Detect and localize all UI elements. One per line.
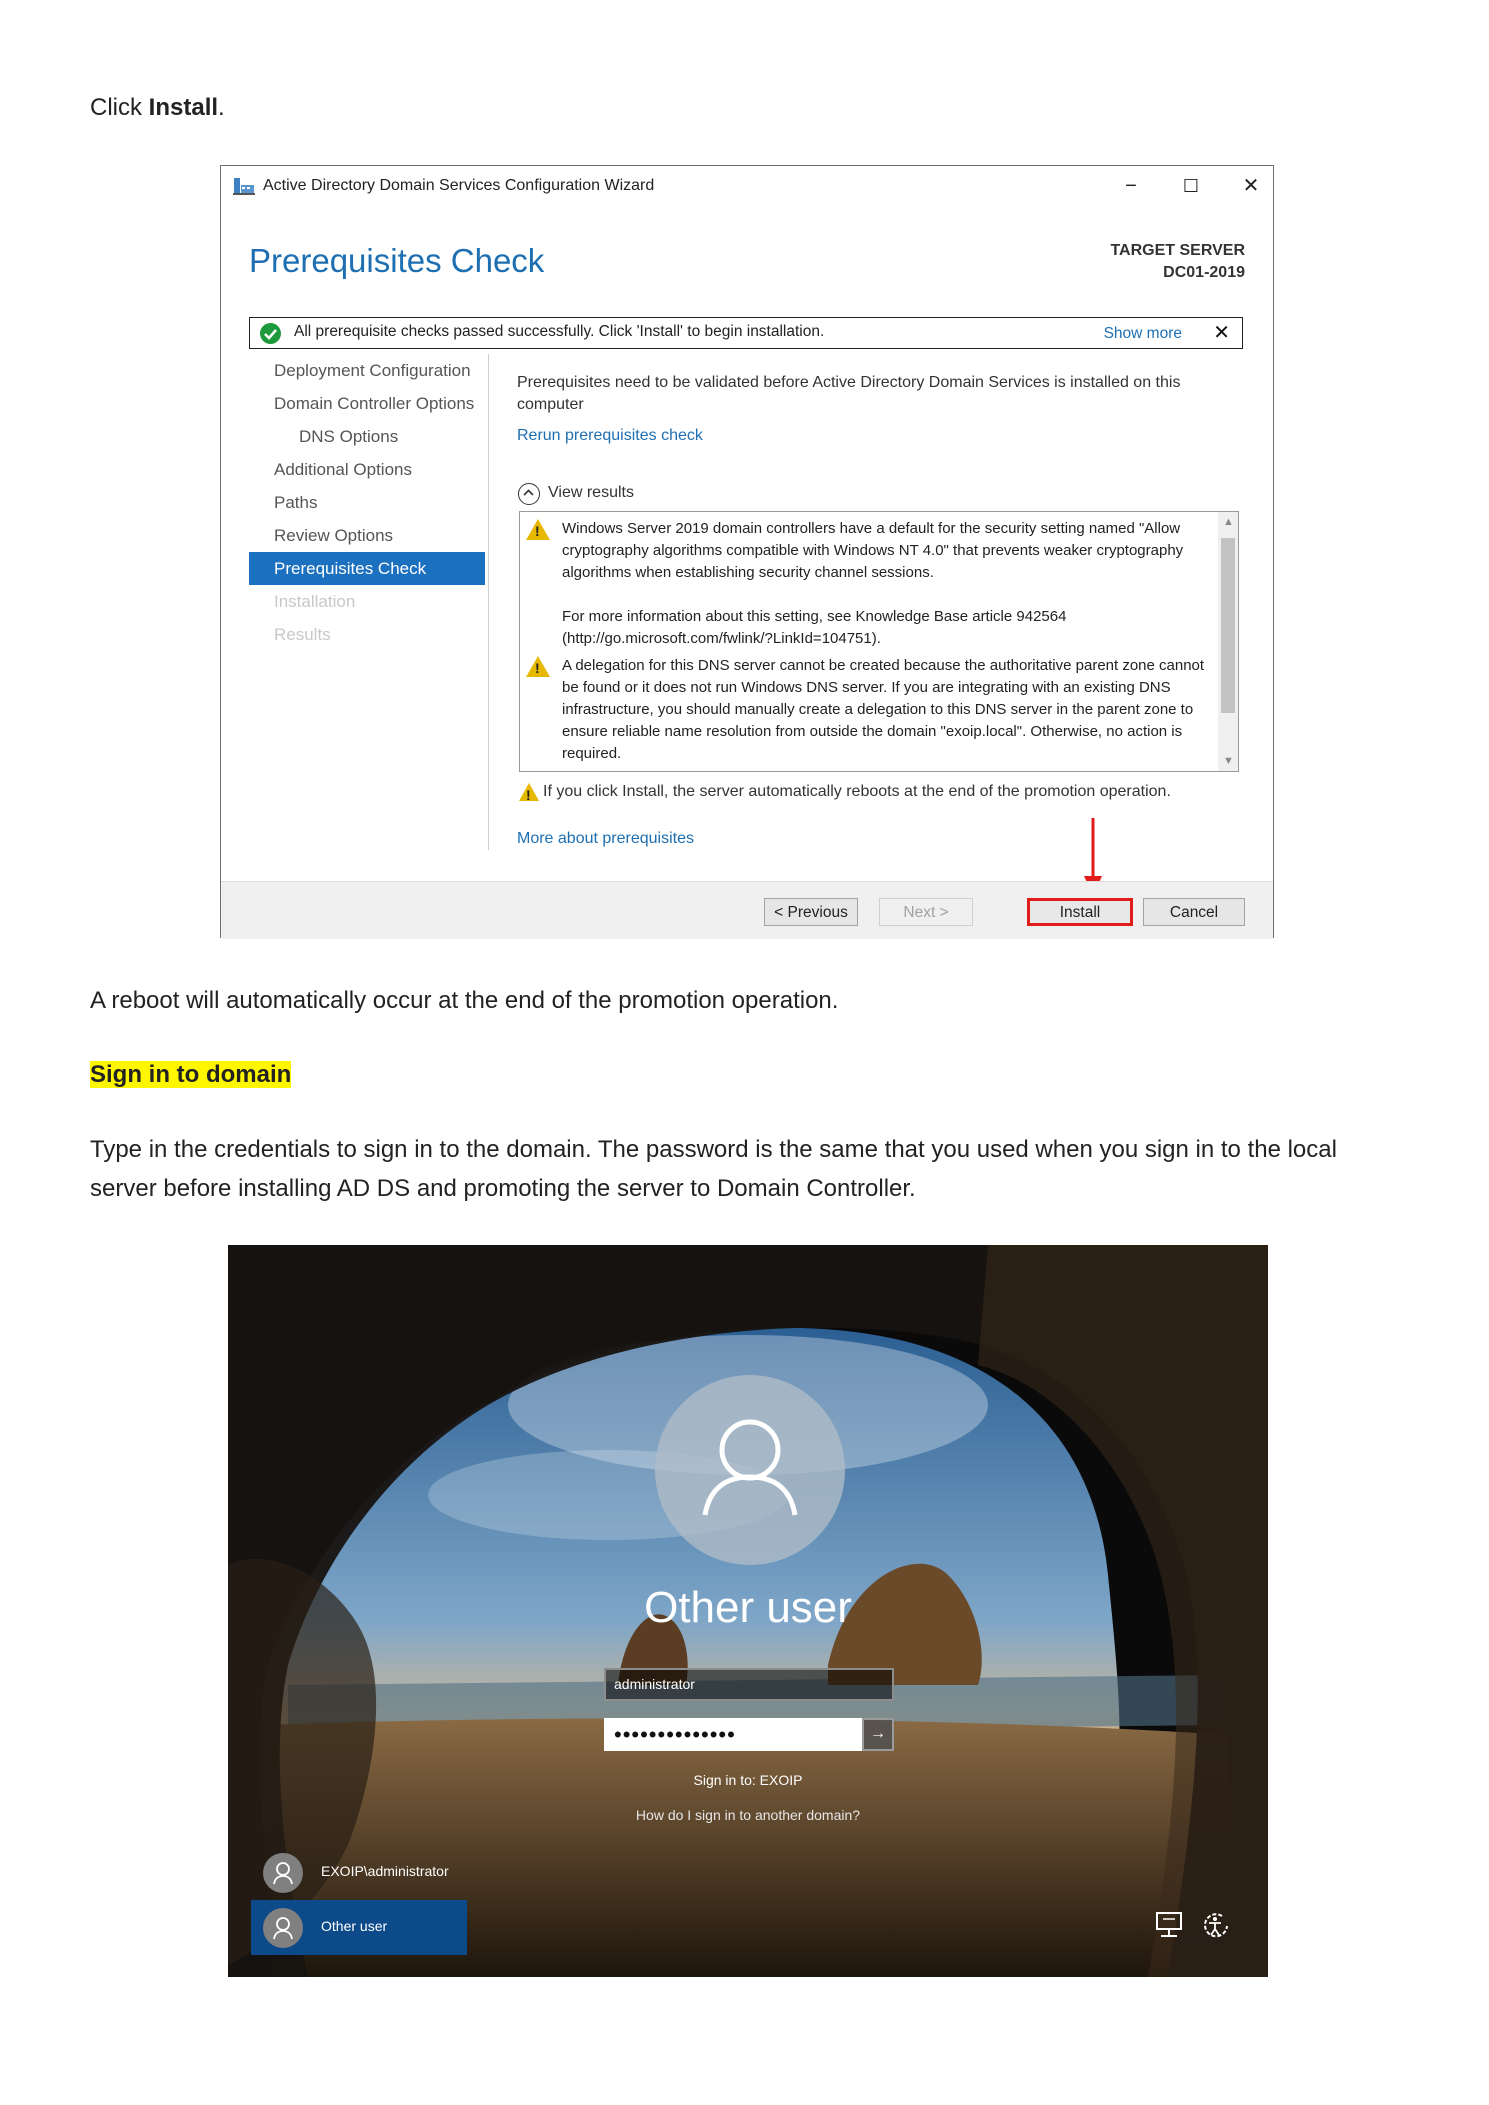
view-results-label: View results: [548, 484, 634, 501]
sign-in-domain-label: Sign in to: EXOIP: [693, 1772, 803, 1788]
result-text: Windows Server 2019 domain controllers h…: [562, 520, 1184, 581]
account-avatar-icon: [263, 1853, 303, 1893]
sign-in-user-title: Other user: [644, 1583, 852, 1632]
wizard-footer: < Previous Next > Install Cancel: [221, 881, 1273, 939]
nav-item-results: Results: [274, 625, 331, 644]
reboot-warning-text: If you click Install, the server automat…: [543, 783, 1171, 800]
install-button[interactable]: Install: [1027, 898, 1133, 926]
intro-prefix: Click: [90, 94, 149, 121]
nav-item-deployment-configuration[interactable]: Deployment Configuration: [249, 354, 485, 387]
prerequisites-description: Prerequisites need to be validated befor…: [517, 374, 1181, 413]
results-list: Windows Server 2019 domain controllers h…: [519, 511, 1239, 772]
ease-of-access-icon[interactable]: [1200, 1910, 1232, 1940]
account-name: Other user: [321, 1918, 388, 1934]
scroll-down-icon[interactable]: ▼: [1223, 755, 1234, 767]
results-scrollbar[interactable]: ▲ ▼: [1218, 512, 1238, 771]
warning-icon: [526, 519, 550, 540]
account-tile-exoip-administrator[interactable]: EXOIP\administrator: [251, 1845, 467, 1900]
instructions-paragraph: Type in the credentials to sign in to th…: [90, 1136, 1337, 1202]
nav-item-review-options[interactable]: Review Options: [249, 519, 485, 552]
status-banner: All prerequisite checks passed successfu…: [249, 317, 1243, 349]
account-tile-other-user[interactable]: Other user: [251, 1900, 467, 1955]
intro-bold: Install: [148, 94, 219, 121]
show-more-link[interactable]: Show more: [1104, 325, 1182, 343]
result-text: A delegation for this DNS server cannot …: [562, 657, 1205, 762]
result-text: For more information about this setting,…: [562, 608, 1067, 647]
rerun-prerequisites-link[interactable]: Rerun prerequisites check: [517, 427, 703, 445]
success-check-icon: [260, 323, 281, 344]
nav-item-dns-options[interactable]: DNS Options: [249, 420, 485, 453]
chevron-up-icon: [518, 483, 540, 505]
server-manager-app-icon: [233, 178, 255, 195]
nav-item-paths[interactable]: Paths: [249, 486, 485, 519]
reboot-note: A reboot will automatically occur at the…: [90, 987, 839, 1014]
close-button[interactable]: ✕: [1229, 170, 1273, 202]
nav-divider: [488, 354, 489, 850]
banner-close-icon[interactable]: ✕: [1213, 320, 1230, 345]
user-avatar: [655, 1375, 845, 1565]
page-title: Prerequisites Check: [249, 242, 545, 279]
target-server-label: TARGET SERVER: [1110, 242, 1245, 259]
target-server-name: DC01-2019: [1163, 264, 1245, 281]
window-titlebar: Active Directory Domain Services Configu…: [221, 166, 1273, 208]
more-about-prerequisites-link[interactable]: More about prerequisites: [517, 830, 694, 848]
scrollbar-thumb[interactable]: [1221, 538, 1235, 713]
nav-item-installation: Installation: [274, 592, 356, 611]
ad-ds-wizard-window: Active Directory Domain Services Configu…: [220, 165, 1274, 939]
window-title: Active Directory Domain Services Configu…: [263, 177, 655, 194]
warning-icon: [526, 656, 550, 677]
minimize-button[interactable]: −: [1109, 170, 1153, 202]
next-button: Next >: [879, 898, 973, 926]
other-domain-help-link[interactable]: How do I sign in to another domain?: [228, 1807, 1268, 1823]
warning-icon: [519, 783, 539, 803]
nav-item-domain-controller-options[interactable]: Domain Controller Options: [249, 387, 485, 420]
cancel-button[interactable]: Cancel: [1143, 898, 1245, 926]
section-heading-text: Sign in to domain: [90, 1061, 292, 1088]
nav-item-additional-options[interactable]: Additional Options: [249, 453, 485, 486]
password-field[interactable]: ••••••••••••••: [604, 1718, 862, 1751]
section-heading: Sign in to domain: [90, 1055, 292, 1094]
network-icon[interactable]: [1153, 1910, 1185, 1940]
nav-item-prerequisites-check[interactable]: Prerequisites Check: [249, 552, 485, 585]
account-name: EXOIP\administrator: [321, 1863, 449, 1879]
account-avatar-icon: [263, 1908, 303, 1948]
previous-button[interactable]: < Previous: [764, 898, 858, 926]
maximize-button[interactable]: ☐: [1169, 170, 1213, 202]
status-banner-text: All prerequisite checks passed successfu…: [294, 323, 825, 340]
windows-sign-in-screen: Other user administrator •••••••••••••• …: [228, 1245, 1268, 1977]
intro-paragraph: Click Install.: [90, 88, 225, 127]
scroll-up-icon[interactable]: ▲: [1223, 516, 1234, 528]
intro-suffix: .: [218, 94, 225, 121]
username-field[interactable]: administrator: [604, 1668, 894, 1701]
submit-arrow-button[interactable]: →: [862, 1718, 894, 1751]
